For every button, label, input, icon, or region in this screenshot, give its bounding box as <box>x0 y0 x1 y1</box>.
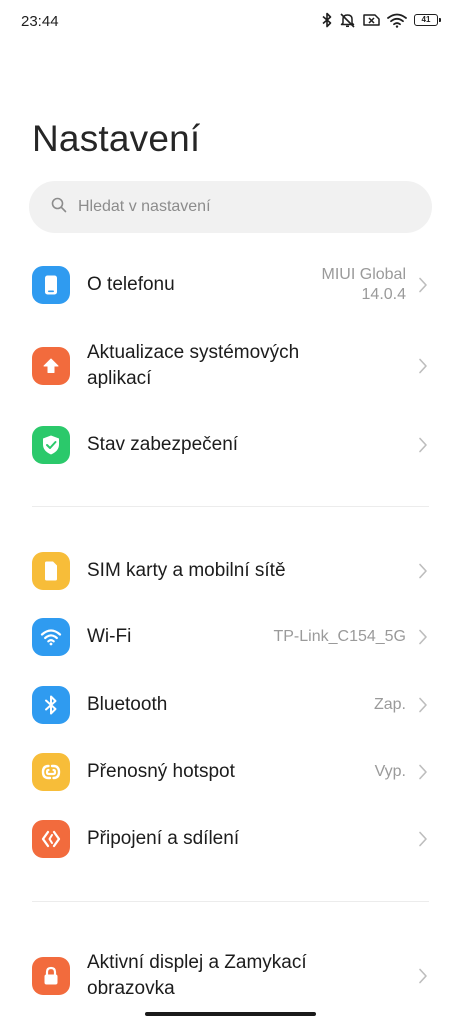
search-input[interactable]: Hledat v nastavení <box>29 181 432 233</box>
phone-icon <box>32 266 70 304</box>
item-label-line2: aplikací <box>87 368 152 389</box>
settings-item-hotspot[interactable]: Přenosný hotspot Vyp. <box>0 742 461 802</box>
settings-item-about-phone[interactable]: O telefonu MIUI Global 14.0.4 <box>0 255 461 315</box>
settings-item-bluetooth[interactable]: Bluetooth Zap. <box>0 675 461 735</box>
item-label: Aktualizace systémových aplikací <box>87 340 299 392</box>
item-label: Wi-Fi <box>87 626 132 647</box>
item-value: Vyp. <box>374 763 406 780</box>
search-icon <box>51 197 67 218</box>
bluetooth-icon <box>322 12 332 28</box>
item-value-line1: MIUI Global <box>321 266 406 283</box>
item-label: Stav zabezpečení <box>87 434 239 455</box>
item-label: Bluetooth <box>87 694 168 715</box>
search-placeholder: Hledat v nastavení <box>78 198 211 215</box>
wifi-icon <box>32 618 70 656</box>
page-title: Nastavení <box>32 118 201 159</box>
settings-screen: 23:44 41 Nastavení Hledat v nastavení O … <box>0 0 461 1024</box>
item-label: Připojení a sdílení <box>87 828 240 849</box>
sim-card-icon <box>32 552 70 590</box>
mute-icon <box>339 12 356 28</box>
item-label-line1: Aktivní displej a Zamykací <box>87 952 307 973</box>
chevron-right-icon <box>419 697 427 713</box>
item-label: O telefonu <box>87 274 175 295</box>
settings-item-system-app-updates[interactable]: Aktualizace systémových aplikací <box>0 336 461 396</box>
status-icons: 41 <box>322 12 441 28</box>
settings-item-lock-screen[interactable]: Aktivní displej a Zamykací obrazovka <box>0 946 461 1006</box>
settings-item-connection-sharing[interactable]: Připojení a sdílení <box>0 809 461 869</box>
chevron-right-icon <box>419 764 427 780</box>
chevron-right-icon <box>419 358 427 374</box>
item-label: Přenosný hotspot <box>87 761 235 782</box>
item-label: Aktivní displej a Zamykací obrazovka <box>87 950 307 1002</box>
chevron-right-icon <box>419 437 427 453</box>
settings-item-sim-cards[interactable]: SIM karty a mobilní sítě <box>0 541 461 601</box>
section-divider <box>32 506 429 507</box>
shield-check-icon <box>32 426 70 464</box>
item-label-line1: Aktualizace systémových <box>87 342 300 363</box>
status-bar: 23:44 41 <box>0 0 461 44</box>
item-label-line2: obrazovka <box>87 978 175 999</box>
battery-icon: 41 <box>414 14 441 26</box>
item-label: SIM karty a mobilní sítě <box>87 560 286 581</box>
no-sim-icon <box>363 13 380 27</box>
item-value: Zap. <box>373 696 406 713</box>
hotspot-icon <box>32 753 70 791</box>
item-value-line2: 14.0.4 <box>361 286 406 303</box>
chevron-right-icon <box>419 629 427 645</box>
settings-item-wifi[interactable]: Wi-Fi TP-Link_C154_5G <box>0 607 461 667</box>
wifi-icon <box>387 13 407 28</box>
settings-item-security-status[interactable]: Stav zabezpečení <box>0 415 461 475</box>
status-time: 23:44 <box>21 13 59 30</box>
lock-icon <box>32 957 70 995</box>
arrow-up-icon <box>32 347 70 385</box>
chevron-right-icon <box>419 968 427 984</box>
chevron-right-icon <box>419 277 427 293</box>
chevron-right-icon <box>419 563 427 579</box>
section-divider <box>32 901 429 902</box>
item-value: TP-Link_C154_5G <box>273 628 406 645</box>
connection-share-icon <box>32 820 70 858</box>
home-indicator[interactable] <box>145 1012 316 1016</box>
chevron-right-icon <box>419 831 427 847</box>
bluetooth-icon <box>32 686 70 724</box>
item-value: MIUI Global 14.0.4 <box>322 265 406 305</box>
